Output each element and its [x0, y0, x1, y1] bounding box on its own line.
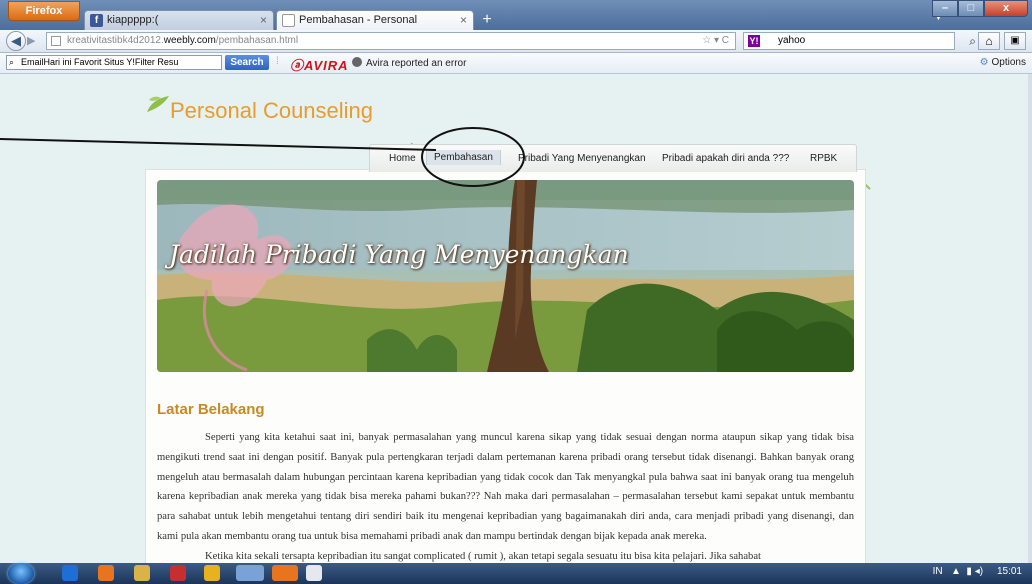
page-icon [282, 14, 295, 27]
toolbar-search-input[interactable]: ⌕ EmailHari ini Favorit Situs Y!Filter R… [6, 55, 222, 70]
article-paragraph: Ketika kita sekali tersapta kepribadian … [205, 550, 761, 562]
yahoo-icon[interactable]: Y! [748, 35, 760, 47]
search-icon[interactable]: ⌕ [969, 33, 976, 49]
gear-icon: ⚙ [979, 57, 989, 68]
article-paragraph: Seperti yang kita ketahui saat ini, bany… [157, 432, 854, 542]
toolbar-search-text: EmailHari ini Favorit Situs Y!Filter Res… [21, 57, 179, 67]
minimize-button[interactable]: – [932, 0, 958, 17]
language-indicator[interactable]: IN [933, 566, 943, 577]
firefox-icon[interactable] [98, 565, 114, 581]
url-host: weebly.com [163, 35, 216, 46]
paint-icon[interactable] [204, 565, 220, 581]
network-icon[interactable]: ▮ [966, 566, 972, 577]
maximize-button[interactable]: □ [958, 0, 984, 17]
folder-icon[interactable] [134, 565, 150, 581]
toolbar-search-button[interactable]: Search [225, 55, 269, 70]
nav-pembahasan[interactable]: Pembahasan [426, 150, 501, 165]
avira-status-icon [352, 57, 362, 67]
article-heading: Latar Belakang [157, 401, 265, 418]
word-icon[interactable] [306, 565, 322, 581]
start-button[interactable] [8, 563, 34, 584]
bookmarks-button[interactable]: ▣ [1004, 32, 1026, 50]
article-body: Seperti yang kita ketahui saat ini, bany… [157, 428, 854, 563]
ie-icon[interactable] [62, 565, 78, 581]
avira-status[interactable]: Avira reported an error [352, 57, 466, 69]
page-viewport: Personal Counseling Home Pembahasan Prib… [0, 74, 1028, 563]
url-bar[interactable]: kreativitastibk4d2012.weebly.com/pembaha… [46, 32, 736, 50]
vertical-scrollbar[interactable] [1028, 74, 1032, 563]
site-navigation: Home Pembahasan Pribadi Yang Menyenangka… [369, 144, 857, 172]
windows-taskbar: IN ▲ ▮ ◂) 15:01 [0, 563, 1032, 584]
header-banner: Jadilah Pribadi Yang Menyenangkan [157, 180, 854, 372]
nav-rpbk[interactable]: RPBK [810, 153, 837, 164]
toolbar-separator: ⁞ [276, 56, 279, 67]
search-bar[interactable]: Y! yahoo ⌕ [743, 32, 976, 50]
close-tab-icon[interactable]: × [460, 11, 467, 30]
url-path: /pembahasan.html [215, 35, 299, 46]
search-engine-text: yahoo [778, 35, 806, 46]
avira-logo-text: AVIRA [304, 58, 349, 73]
banner-image [157, 180, 854, 372]
options-label: Options [991, 57, 1026, 68]
options-button[interactable]: ⚙ Options [980, 57, 1026, 68]
tab-label: Pembahasan - Personal Counseling [299, 14, 418, 26]
firefox-menu-button[interactable]: Firefox [8, 1, 80, 21]
system-tray: IN ▲ ▮ ◂) 15:01 [932, 566, 1022, 577]
window-controls: – □ x [932, 0, 1028, 18]
back-button[interactable]: ◀ [6, 31, 26, 51]
url-prefix: kreativitastibk4d2012. [67, 35, 164, 46]
media-player-icon[interactable] [170, 565, 186, 581]
tab-label: kiappppp:( [107, 14, 159, 26]
banner-caption: Jadilah Pribadi Yang Menyenangkan [169, 240, 629, 269]
bookmark-reload-icons[interactable]: ☆ ▾ C [702, 33, 729, 49]
avira-logo[interactable]: ⓐAVIRA [290, 55, 349, 74]
clock[interactable]: 15:01 [997, 566, 1022, 577]
close-window-button[interactable]: x [984, 0, 1028, 17]
volume-icon[interactable]: ◂) [975, 566, 983, 577]
nav-pribadi-menyenangkan[interactable]: Pribadi Yang Menyenangkan [518, 153, 646, 164]
search-icon: ⌕ [9, 57, 15, 67]
avira-logo-mark: ⓐ [290, 58, 305, 73]
window-titlebar: Firefox f kiappppp:( × Pembahasan - Pers… [0, 0, 1032, 30]
home-button[interactable]: ⌂ [978, 32, 1000, 50]
site-title[interactable]: Personal Counseling [170, 98, 373, 124]
tab-facebook[interactable]: f kiappppp:( × [84, 10, 274, 30]
nav-home[interactable]: Home [389, 153, 416, 164]
addon-toolbar: ⌕ EmailHari ini Favorit Situs Y!Filter R… [0, 53, 1032, 74]
site-identity-icon[interactable] [51, 36, 61, 46]
firefox-running-icon[interactable] [272, 565, 298, 581]
close-tab-icon[interactable]: × [260, 11, 267, 30]
nav-pribadi-apakah[interactable]: Pribadi apakah diri anda ??? [662, 153, 789, 164]
new-tab-button[interactable]: + [478, 11, 496, 29]
leaf-logo-icon [147, 96, 169, 112]
tab-pembahasan[interactable]: Pembahasan - Personal Counseling × [276, 10, 474, 30]
forward-button[interactable]: ▶ [27, 34, 41, 48]
app-icon[interactable] [236, 565, 264, 581]
navigation-toolbar: ◀ ▶ kreativitastibk4d2012.weebly.com/pem… [0, 30, 1032, 53]
facebook-icon: f [90, 14, 103, 27]
avira-status-text: Avira reported an error [366, 58, 467, 69]
